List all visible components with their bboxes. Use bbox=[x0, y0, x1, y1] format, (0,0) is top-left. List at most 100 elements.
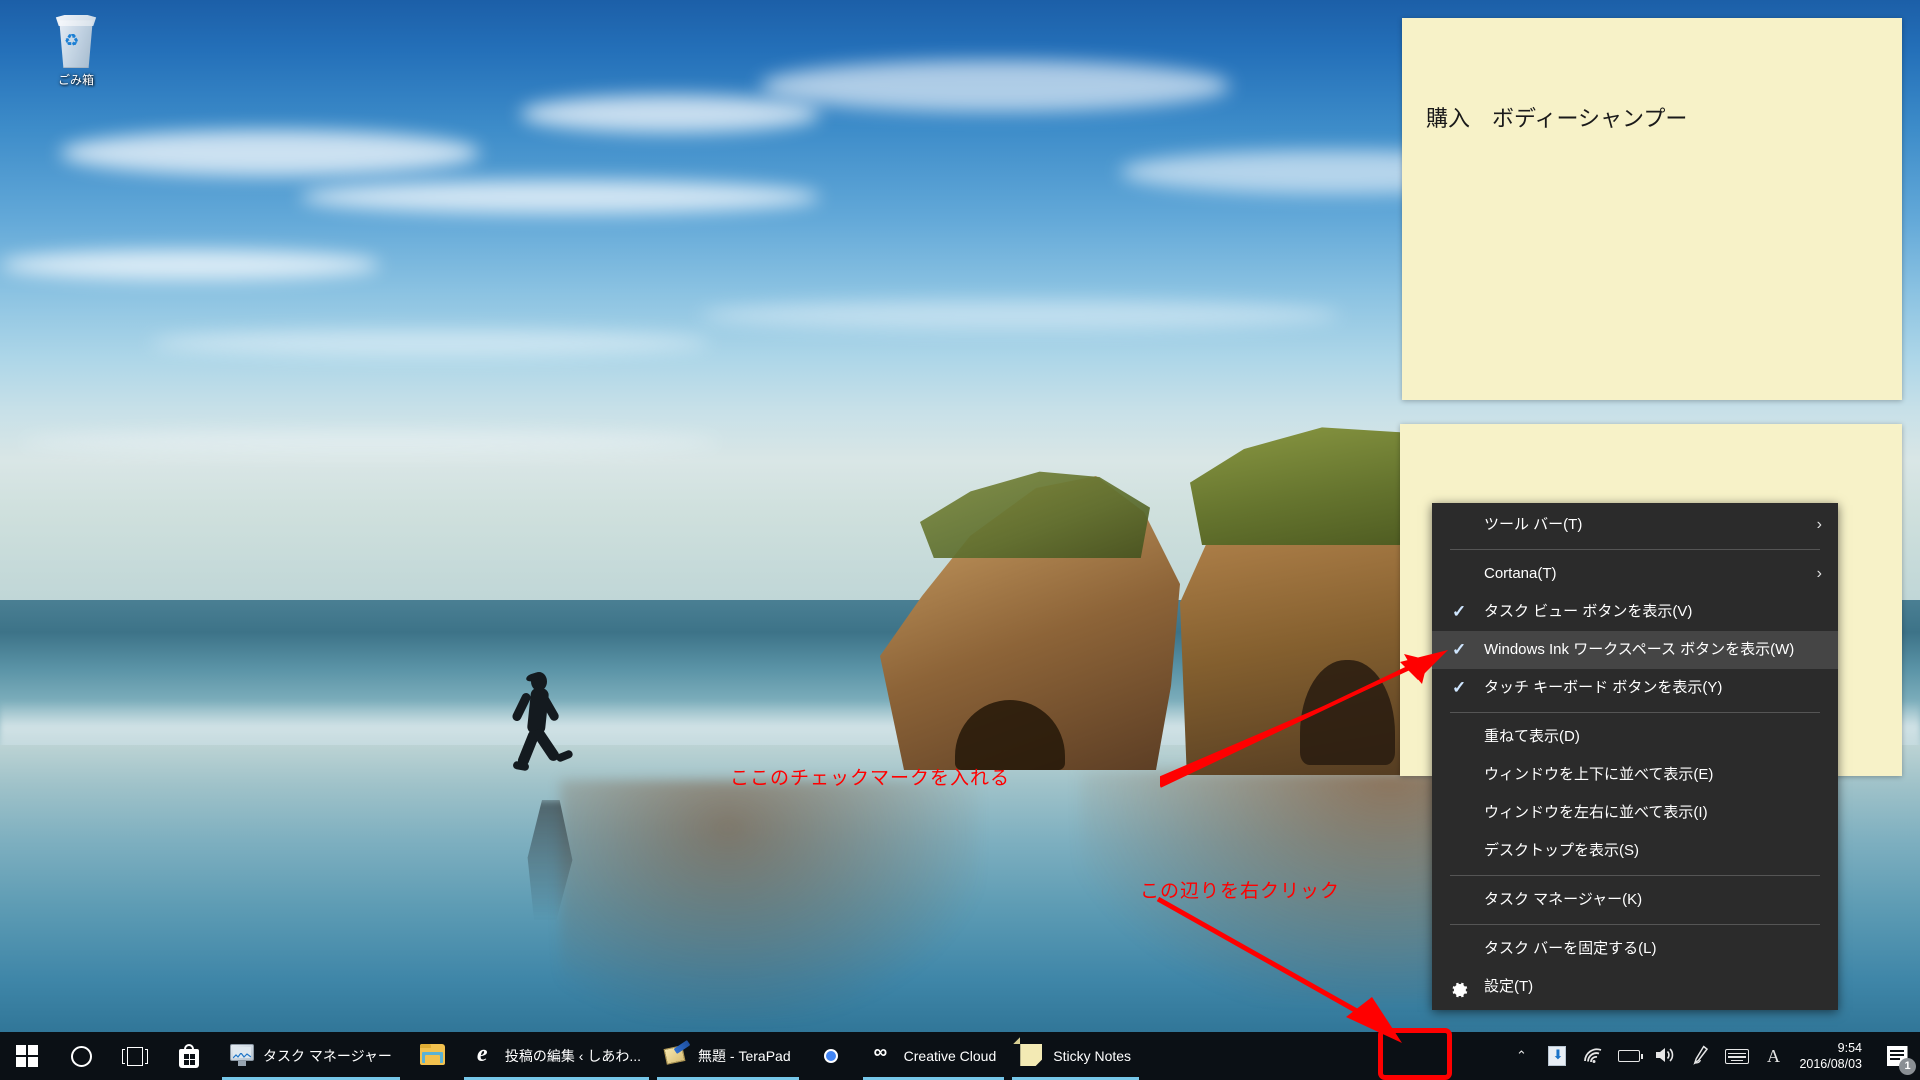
context-menu-separator bbox=[1450, 549, 1820, 550]
context-menu-item-label: ウィンドウを上下に並べて表示(E) bbox=[1484, 766, 1714, 783]
cortana-button[interactable] bbox=[54, 1032, 108, 1080]
cortana-circle-icon bbox=[70, 1045, 92, 1067]
taskbar-item-label: Creative Cloud bbox=[903, 1048, 997, 1064]
taskbar-item-google-chrome[interactable] bbox=[803, 1032, 859, 1080]
context-menu-item[interactable]: ツール バー(T) › bbox=[1432, 506, 1838, 544]
windows-logo-icon bbox=[16, 1045, 38, 1067]
clock-date: 2016/08/03 bbox=[1799, 1057, 1862, 1071]
context-menu-item[interactable]: デスクトップを表示(S) bbox=[1432, 832, 1838, 870]
start-button[interactable] bbox=[0, 1032, 54, 1080]
taskbar-item-terapad[interactable]: 無題 - TeraPad bbox=[653, 1032, 803, 1080]
keyboard-icon bbox=[1725, 1048, 1750, 1064]
check-icon: ✓ bbox=[1452, 678, 1467, 697]
sticky-note-text[interactable]: 購入 ボディーシャンプー bbox=[1402, 18, 1902, 135]
context-menu-item[interactable]: ウィンドウを左右に並べて表示(I) bbox=[1432, 794, 1838, 832]
cloud bbox=[0, 250, 380, 280]
context-menu-item-label: デスクトップを表示(S) bbox=[1484, 842, 1639, 859]
context-menu-item-label: ツール バー(T) bbox=[1484, 516, 1583, 533]
sticky-note[interactable]: 購入 ボディーシャンプー bbox=[1402, 18, 1902, 400]
taskbar-item-creative-cloud[interactable]: Creative Cloud bbox=[859, 1032, 1009, 1080]
context-menu-item[interactable]: ✓ タッチ キーボード ボタンを表示(Y) bbox=[1432, 669, 1838, 707]
check-icon: ✓ bbox=[1452, 640, 1467, 659]
network-tray-icon[interactable] bbox=[1575, 1032, 1611, 1080]
microsoft-store-icon bbox=[178, 1044, 202, 1068]
terapad-icon bbox=[663, 1040, 691, 1068]
ime-mode-indicator[interactable]: A bbox=[1755, 1032, 1791, 1080]
context-menu-item-label: 重ねて表示(D) bbox=[1484, 728, 1580, 745]
clock-time: 9:54 bbox=[1837, 1041, 1862, 1055]
context-menu-item[interactable]: ✓ タスク ビュー ボタンを表示(V) bbox=[1432, 593, 1838, 631]
taskbar-item-label: Sticky Notes bbox=[1053, 1048, 1132, 1064]
recycle-bin-icon: ♻ bbox=[49, 12, 103, 70]
clock[interactable]: 9:54 2016/08/03 bbox=[1791, 1032, 1874, 1080]
taskbar-item-file-explorer[interactable] bbox=[404, 1032, 460, 1080]
context-menu-item-label: タスク バーを固定する(L) bbox=[1484, 940, 1657, 957]
taskbar-item-microsoft-store[interactable] bbox=[162, 1032, 218, 1080]
windows-ink-tray-icon[interactable] bbox=[1683, 1032, 1719, 1080]
taskbar-item-label: タスク マネージャー bbox=[263, 1048, 392, 1064]
context-menu-item-label: タッチ キーボード ボタンを表示(Y) bbox=[1484, 679, 1723, 696]
cloud bbox=[700, 300, 1340, 330]
context-menu-item-label: タスク マネージャー(K) bbox=[1484, 891, 1643, 908]
show-hidden-icons-button[interactable]: ⌃ bbox=[1503, 1032, 1539, 1080]
touch-keyboard-button[interactable] bbox=[1719, 1032, 1755, 1080]
file-explorer-icon bbox=[419, 1044, 445, 1068]
download-arrow-icon bbox=[1548, 1046, 1567, 1066]
pen-icon bbox=[1690, 1043, 1713, 1069]
gear-icon bbox=[1450, 977, 1470, 998]
volume-tray-icon[interactable] bbox=[1647, 1032, 1683, 1080]
wallpaper-reflection bbox=[560, 780, 980, 1020]
taskbar-context-menu[interactable]: ツール バー(T) › Cortana(T) › ✓ タスク ビュー ボタンを表示(V) ✓… bbox=[1432, 503, 1838, 1010]
task-view-icon bbox=[122, 1046, 148, 1066]
sticky-notes-icon bbox=[1013, 1037, 1044, 1068]
taskbar[interactable]: タスク マネージャー 投稿の編集 ‹ しあわ... 無題 - TeraPad C… bbox=[0, 1032, 1920, 1080]
taskbar-item-task-manager[interactable]: タスク マネージャー bbox=[218, 1032, 404, 1080]
context-menu-separator bbox=[1450, 924, 1820, 925]
taskbar-item-sticky-notes[interactable]: Sticky Notes bbox=[1008, 1032, 1143, 1080]
context-menu-item[interactable]: ✓ Windows Ink ワークスペース ボタンを表示(W) bbox=[1432, 631, 1838, 669]
notification-badge: 1 bbox=[1899, 1058, 1916, 1075]
context-menu-separator bbox=[1450, 875, 1820, 876]
context-menu-separator bbox=[1450, 712, 1820, 713]
action-center-button[interactable]: 1 bbox=[1874, 1032, 1920, 1080]
system-tray[interactable]: ⌃ ⬇ A 9:54 2016/08/03 1 bbox=[1503, 1032, 1920, 1080]
cloud bbox=[150, 330, 710, 356]
battery-tray-icon[interactable] bbox=[1611, 1032, 1647, 1080]
desktop-icon-recycle-bin[interactable]: ♻ ごみ箱 bbox=[28, 12, 124, 88]
taskbar-item-label: 無題 - TeraPad bbox=[698, 1048, 791, 1064]
battery-icon bbox=[1618, 1050, 1644, 1062]
cloud bbox=[760, 60, 1230, 112]
context-menu-item[interactable]: 重ねて表示(D) bbox=[1432, 718, 1838, 756]
ime-a-icon: A bbox=[1766, 1045, 1780, 1066]
recycle-bin-label: ごみ箱 bbox=[57, 73, 94, 87]
context-menu-item[interactable]: ウィンドウを上下に並べて表示(E) bbox=[1432, 756, 1838, 794]
context-menu-item-label: 設定(T) bbox=[1484, 978, 1534, 995]
wifi-icon bbox=[1583, 1048, 1603, 1064]
context-menu-item-label: Cortana(T) bbox=[1484, 565, 1557, 582]
microsoft-edge-icon bbox=[472, 1044, 496, 1068]
updater-tray-icon[interactable] bbox=[1539, 1032, 1575, 1080]
chevron-right-icon: › bbox=[1816, 516, 1822, 533]
chevron-up-icon: ⌃ bbox=[1515, 1048, 1527, 1063]
cloud bbox=[20, 430, 720, 454]
check-icon: ✓ bbox=[1452, 602, 1467, 621]
context-menu-item-label: Windows Ink ワークスペース ボタンを表示(W) bbox=[1484, 641, 1795, 658]
context-menu-item[interactable]: 設定(T) bbox=[1432, 968, 1838, 1006]
context-menu-item[interactable]: タスク バーを固定する(L) bbox=[1432, 930, 1838, 968]
cloud bbox=[300, 180, 820, 214]
speaker-icon bbox=[1654, 1046, 1676, 1067]
context-menu-item-label: タスク ビュー ボタンを表示(V) bbox=[1484, 603, 1693, 620]
task-view-button[interactable] bbox=[108, 1032, 162, 1080]
chevron-right-icon: › bbox=[1816, 565, 1822, 582]
context-menu-item[interactable]: Cortana(T) › bbox=[1432, 555, 1838, 593]
cloud bbox=[520, 95, 820, 133]
context-menu-item[interactable]: タスク マネージャー(K) bbox=[1432, 881, 1838, 919]
taskbar-item-label: 投稿の編集 ‹ しあわ... bbox=[504, 1048, 642, 1064]
sticky-note-text[interactable] bbox=[1400, 424, 1902, 508]
taskbar-item-microsoft-edge[interactable]: 投稿の編集 ‹ しあわ... bbox=[460, 1032, 653, 1080]
adobe-creative-cloud-icon bbox=[871, 1044, 895, 1068]
google-chrome-icon bbox=[819, 1044, 843, 1068]
context-menu-item-label: ウィンドウを左右に並べて表示(I) bbox=[1484, 804, 1708, 821]
task-manager-icon bbox=[230, 1044, 254, 1068]
cloud bbox=[60, 130, 480, 176]
